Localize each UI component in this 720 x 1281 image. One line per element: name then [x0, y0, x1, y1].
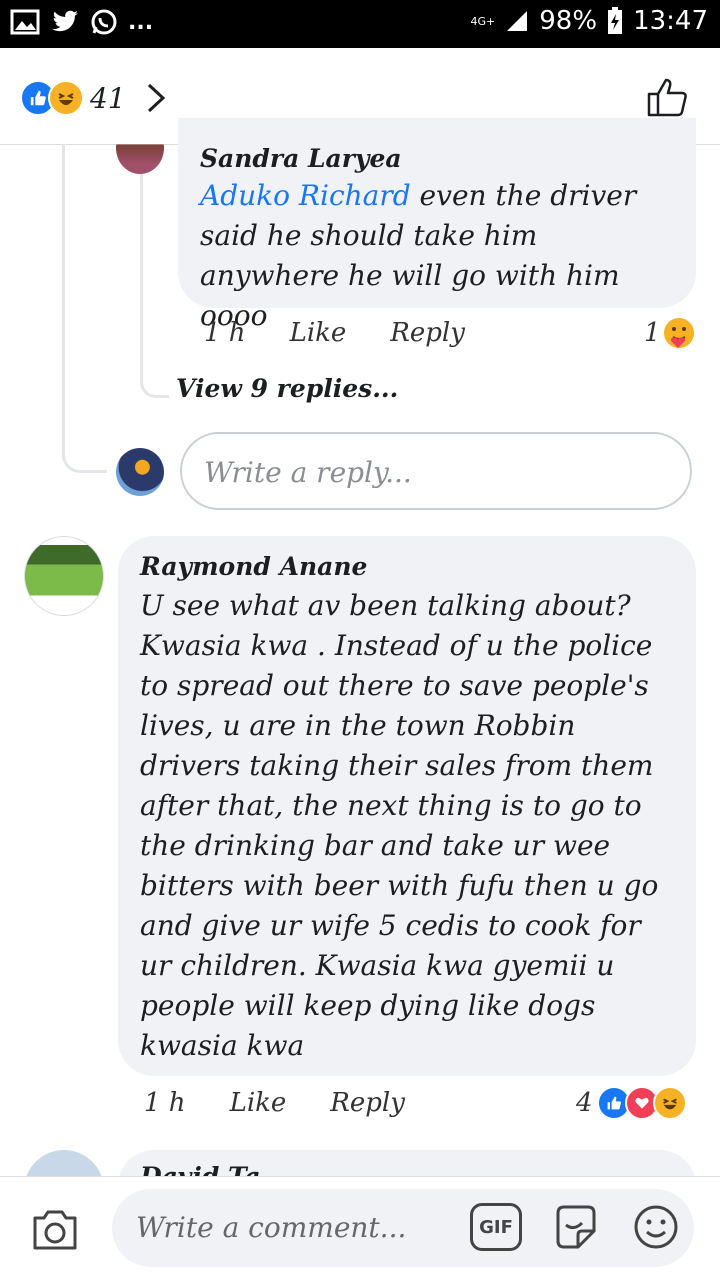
- reaction-summary[interactable]: 4: [576, 1086, 687, 1120]
- comment-text: Aduko Richard even the driver said he sh…: [200, 179, 637, 332]
- reply-button[interactable]: Reply: [390, 318, 465, 348]
- comment-input[interactable]: Write a comment... GIF: [112, 1189, 694, 1267]
- view-replies-link[interactable]: View 9 replies...: [176, 374, 398, 403]
- reactions-summary[interactable]: 41: [20, 80, 166, 116]
- comment-author[interactable]: Raymond Anane: [140, 552, 367, 581]
- twitter-icon: [52, 10, 78, 32]
- comment-composer: Write a comment... GIF: [0, 1176, 720, 1281]
- clock: 13:47: [633, 6, 708, 36]
- reply-thread-connector: [140, 350, 169, 398]
- reply-input[interactable]: Write a reply...: [180, 432, 692, 510]
- reply-input-placeholder: Write a reply...: [204, 456, 412, 489]
- reaction-count: 4: [576, 1088, 593, 1118]
- reply-button[interactable]: Reply: [330, 1088, 405, 1118]
- thumbs-up-icon[interactable]: [646, 76, 690, 118]
- reply-comment-actions: 1 h Like Reply 1: [204, 318, 698, 348]
- haha-reaction-icon: [652, 1086, 687, 1120]
- battery-percent: 98%: [539, 6, 598, 36]
- comment-author[interactable]: Sandra Laryea: [200, 144, 402, 173]
- thread-line: [62, 144, 65, 459]
- reaction-count[interactable]: 1: [644, 318, 661, 348]
- camera-button[interactable]: [28, 1207, 82, 1253]
- comment-time: 1 h: [144, 1088, 186, 1118]
- haha-reaction-icon: [48, 80, 84, 116]
- reply-thread-line: [140, 144, 143, 374]
- gif-icon: GIF: [479, 1216, 513, 1238]
- sticker-icon: [556, 1205, 596, 1249]
- avatar[interactable]: [24, 536, 104, 616]
- reaction-count: 41: [90, 81, 126, 115]
- gif-button[interactable]: GIF: [470, 1203, 522, 1251]
- comment-text: U see what av been talking about? Kwasia…: [140, 589, 659, 1062]
- comment-actions: 1 h Like Reply 4: [144, 1086, 696, 1120]
- like-button[interactable]: Like: [290, 318, 347, 348]
- status-bar: ... 4G+ 98% 13:47: [0, 0, 720, 48]
- battery-charging-icon: [608, 7, 623, 34]
- signal-icon: [507, 11, 528, 31]
- whatsapp-icon: [91, 9, 117, 35]
- current-user-avatar[interactable]: [116, 448, 164, 496]
- comment-bubble[interactable]: Raymond Anane U see what av been talking…: [118, 536, 696, 1076]
- gallery-icon: [10, 9, 40, 35]
- more-notifications: ...: [128, 9, 154, 35]
- network-type: 4G+: [470, 14, 496, 28]
- chevron-right-icon[interactable]: [146, 82, 166, 114]
- like-button[interactable]: Like: [230, 1088, 287, 1118]
- emoji-icon: [634, 1205, 678, 1249]
- sticker-button[interactable]: [550, 1201, 602, 1253]
- care-reaction-icon[interactable]: [662, 316, 696, 350]
- emoji-button[interactable]: [630, 1201, 682, 1253]
- mention-link[interactable]: Aduko Richard: [200, 179, 411, 212]
- reply-comment-bubble[interactable]: Sandra Laryea Aduko Richard even the dri…: [178, 118, 696, 332]
- comment-input-placeholder: Write a comment...: [136, 1211, 407, 1244]
- camera-icon: [33, 1210, 77, 1250]
- thread-connector: [62, 430, 107, 473]
- comment-time: 1 h: [204, 318, 246, 348]
